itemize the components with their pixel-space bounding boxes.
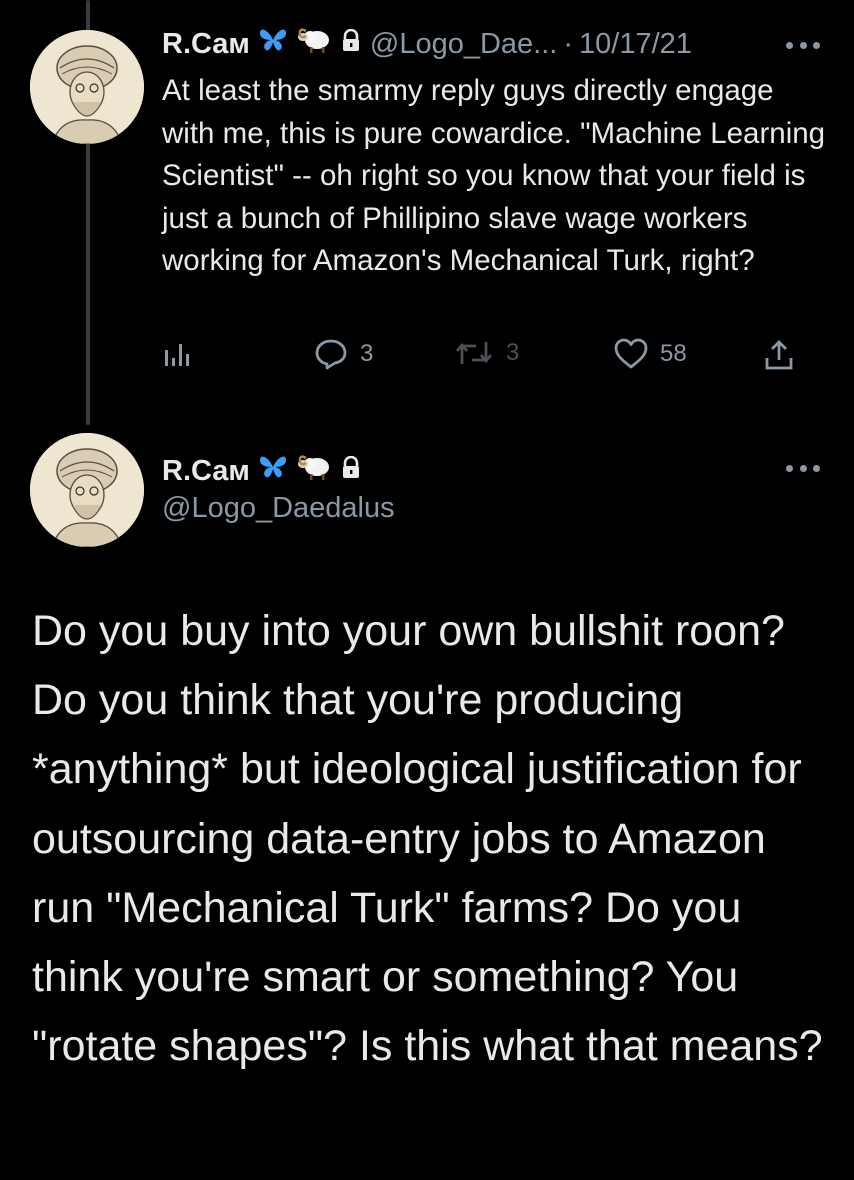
ram-icon bbox=[296, 25, 332, 63]
retweet-icon bbox=[455, 342, 493, 364]
handle[interactable]: @Logo_Daedalus bbox=[162, 492, 395, 525]
avatar[interactable] bbox=[30, 433, 144, 547]
share-icon bbox=[765, 340, 793, 370]
analytics-icon bbox=[165, 344, 189, 366]
heart-icon bbox=[614, 338, 648, 369]
like-button[interactable]: 58 bbox=[614, 338, 687, 370]
avatar-portrait-icon bbox=[30, 433, 144, 547]
tweet-date[interactable]: 10/17/21 bbox=[579, 28, 692, 61]
share-button[interactable] bbox=[762, 338, 796, 372]
reply-button[interactable]: 3 bbox=[314, 338, 373, 370]
more-options-icon[interactable] bbox=[786, 463, 820, 473]
ram-icon bbox=[296, 452, 332, 490]
tweet-text: Do you buy into your own bullshit roon? … bbox=[32, 607, 823, 1071]
separator: · bbox=[563, 27, 574, 60]
tweet-header: R.Сам @Logo_Dae... · 10/17/21 bbox=[162, 22, 692, 66]
tweet-text: At least the smarmy reply guys directly … bbox=[162, 74, 826, 277]
butterfly-icon bbox=[258, 27, 288, 61]
display-name[interactable]: R.Сам bbox=[162, 455, 250, 488]
retweet-count: 3 bbox=[506, 339, 520, 366]
butterfly-icon bbox=[258, 454, 288, 488]
like-count: 58 bbox=[660, 340, 687, 367]
display-name[interactable]: R.Сам bbox=[162, 28, 250, 61]
reply-count: 3 bbox=[360, 340, 374, 367]
tweet-header: R.Сам bbox=[162, 452, 362, 490]
tweet-actions: 3 3 58 bbox=[162, 338, 812, 378]
lock-icon bbox=[340, 28, 362, 61]
analytics-button[interactable] bbox=[162, 338, 192, 368]
avatar-portrait-icon bbox=[30, 30, 144, 144]
more-options-icon[interactable] bbox=[786, 40, 820, 50]
reply-icon bbox=[315, 339, 347, 370]
retweet-button[interactable]: 3 bbox=[454, 338, 519, 368]
handle[interactable]: @Logo_Dae... bbox=[370, 28, 557, 61]
avatar[interactable] bbox=[30, 30, 144, 144]
lock-icon bbox=[340, 455, 362, 488]
